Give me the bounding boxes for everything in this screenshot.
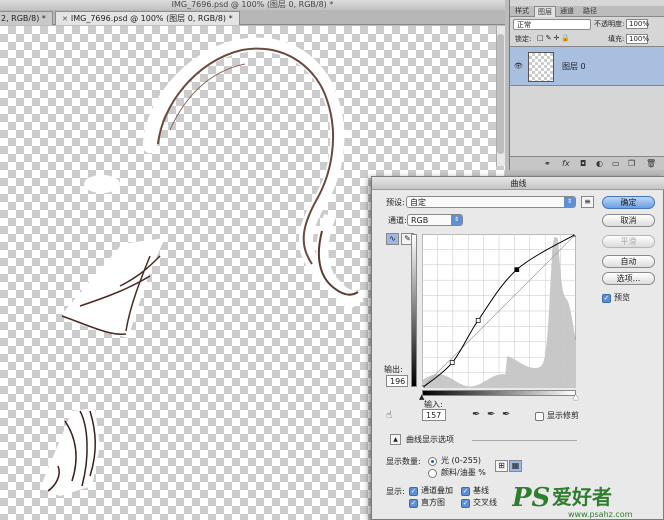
histogram-checkbox[interactable]: ✓ (409, 499, 418, 508)
chevron-updown-icon: ⇕ (451, 215, 462, 225)
svg-text:www.psahz.com: www.psahz.com (568, 510, 633, 519)
ok-button[interactable]: 确定 (602, 196, 655, 209)
preset-options-icon[interactable]: ≡ (581, 196, 594, 208)
input-field[interactable]: 157 (422, 409, 446, 421)
doc-tab-active[interactable]: ✕ IMG_7696.psd @ 100% (图层 0, RGB/8) * (55, 11, 240, 25)
tab-layers[interactable]: 图层 (534, 6, 556, 17)
gray-eyedropper-icon[interactable]: ✒ (487, 410, 495, 420)
dialog-title: 曲线 (372, 177, 664, 190)
control-point (422, 385, 425, 388)
layer-thumbnail (528, 52, 554, 82)
output-label: 输出: (384, 365, 403, 374)
grid-detailed-icon[interactable]: ▦ (509, 460, 522, 472)
window-title: IMG_7696.psd @ 100% (图层 0, RGB/8) * (0, 0, 505, 10)
layer-name: 图层 0 (562, 62, 586, 71)
light-option-label: 光 (0-255) (441, 456, 482, 465)
lock-label: 锁定: (515, 35, 532, 43)
control-point (573, 234, 576, 237)
divider (472, 440, 577, 441)
channel-value: RGB (411, 216, 429, 225)
opacity-label: 不透明度: (594, 20, 625, 28)
output-input[interactable]: 196 (386, 375, 408, 387)
baseline-checkbox[interactable]: ✓ (461, 487, 470, 496)
opacity-input[interactable]: 100% (626, 19, 649, 29)
input-gradient (422, 390, 576, 396)
scrollbar-thumb[interactable] (497, 34, 504, 154)
cancel-button[interactable]: 取消 (602, 214, 655, 227)
eye-icon[interactable]: 👁 (514, 62, 523, 71)
hair-outline-glow (316, 213, 364, 303)
mask-icon[interactable]: ◘ (580, 159, 586, 168)
trash-icon[interactable]: 🗑 (646, 159, 656, 168)
layer-actions-bar: ⚭ fx ◘ ◐ ▭ ❐ 🗑 (510, 156, 664, 170)
preset-label: 预设: (386, 198, 405, 207)
blend-mode-value: 正常 (517, 21, 531, 29)
intersection-line-label: 交叉线 (473, 498, 497, 507)
doc-tab-label: IMG_7696.psd @ 100% (图层 0, RGB/8) * (70, 14, 233, 23)
blend-mode-select[interactable]: 正常 (513, 19, 591, 30)
svg-text:PS: PS (512, 483, 550, 513)
layers-panel: 样式 图层 通道 路径 正常 不透明度: 100% 锁定: □✎✛🔒 填充: 1… (509, 0, 664, 170)
show-amount-label: 显示数量: (386, 457, 421, 466)
adjustment-icon[interactable]: ◐ (596, 159, 603, 168)
control-point (449, 360, 455, 365)
pigment-option-label: 颜料/油墨 % (441, 468, 486, 477)
fill-input[interactable]: 100% (626, 34, 649, 44)
selected-control-point (514, 267, 520, 272)
smooth-button[interactable]: 平滑 (602, 235, 655, 248)
tab-channels[interactable]: 通道 (557, 6, 577, 17)
histogram-label: 直方图 (421, 498, 445, 507)
doc-tab-previous[interactable]: 2, RGB/8) * (0, 11, 53, 25)
close-icon[interactable]: ✕ (62, 15, 68, 23)
preset-select[interactable]: 自定 ⇕ (406, 196, 576, 208)
lock-icons[interactable]: □✎✛🔒 (537, 34, 572, 43)
preset-value: 自定 (410, 198, 426, 207)
watermark-logo: PS 爱好者 www.psahz.com (512, 483, 633, 519)
svg-text:爱好者: 爱好者 (552, 485, 612, 509)
show-clipping-label: 显示修剪 (547, 411, 579, 420)
hair-piece-white (62, 238, 165, 338)
baseline-label: 基线 (473, 486, 489, 495)
disclosure-triangle-icon[interactable]: ▲ (390, 434, 401, 445)
output-gradient (411, 234, 417, 387)
curve-display-options-label: 曲线显示选项 (406, 435, 454, 444)
grid-simple-icon[interactable]: ⊞ (495, 460, 508, 472)
light-radio[interactable] (428, 457, 437, 466)
document-tab-bar: 2, RGB/8) * ✕ IMG_7696.psd @ 100% (图层 0, … (0, 10, 505, 25)
pigment-radio[interactable] (428, 469, 437, 478)
folder-icon[interactable]: ▭ (612, 159, 620, 168)
black-eyedropper-icon[interactable]: ✒ (472, 410, 480, 420)
curve-graph[interactable] (422, 234, 576, 388)
tab-styles[interactable]: 样式 (512, 6, 532, 17)
new-layer-icon[interactable]: ❐ (628, 159, 635, 168)
preview-checkbox[interactable]: ✓ (602, 294, 611, 303)
preview-label: 预览 (614, 293, 630, 302)
layer-row[interactable]: 👁 图层 0 (510, 46, 664, 86)
auto-button[interactable]: 自动 (602, 255, 655, 268)
white-eyedropper-icon[interactable]: ✒ (502, 410, 510, 420)
fill-label: 填充: (608, 35, 625, 43)
curves-dialog: 曲线 预设: 自定 ⇕ ≡ 通道: RGB ⇕ ∿ ✎ ▲ ▲ 输出: 196 输入… (371, 176, 664, 520)
show-clipping-checkbox[interactable] (535, 412, 544, 421)
white-point-slider-icon[interactable]: ▲ (573, 393, 578, 401)
hair-piece-white (40, 408, 100, 496)
white-blob (84, 175, 120, 193)
channel-overlays-label: 通道叠加 (421, 486, 453, 495)
doc-tab-label: 2, RGB/8) * (1, 14, 46, 23)
options-button[interactable]: 选项... (602, 272, 655, 285)
show-label: 显示: (386, 487, 405, 496)
fx-icon[interactable]: fx (562, 159, 570, 168)
targeted-adjustment-icon[interactable]: ☝ (386, 411, 392, 421)
link-icon[interactable]: ⚭ (544, 159, 551, 168)
curve-point-tool-icon[interactable]: ∿ (386, 233, 399, 245)
chevron-updown-icon: ⇕ (564, 197, 575, 207)
tab-paths[interactable]: 路径 (580, 6, 600, 17)
channel-label: 通道: (388, 216, 407, 225)
channel-overlays-checkbox[interactable]: ✓ (409, 487, 418, 496)
control-point (475, 318, 481, 323)
channel-select[interactable]: RGB ⇕ (407, 214, 463, 226)
panel-tabs: 样式 图层 通道 路径 (510, 6, 664, 17)
intersection-line-checkbox[interactable]: ✓ (461, 499, 470, 508)
